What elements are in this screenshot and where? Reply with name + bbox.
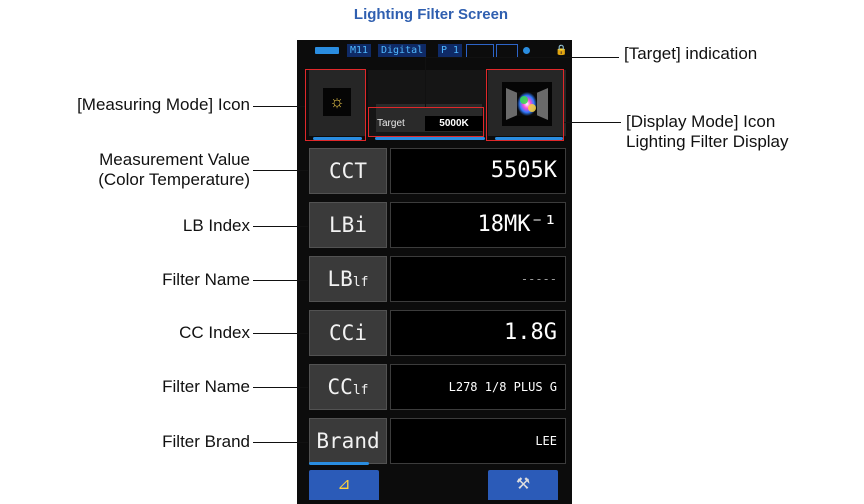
cc-index-callout: CC Index [179, 323, 250, 342]
battery-icon [315, 47, 339, 54]
lbi-label-text: LBi [329, 213, 367, 237]
status-slot [466, 44, 494, 58]
measuring-mode-highlight [305, 69, 366, 141]
tab-indicator [375, 137, 485, 140]
cct-value: 5505K [390, 148, 566, 194]
cci-label[interactable]: CCi [309, 310, 387, 356]
callout-line [425, 57, 619, 58]
cc-filter-value: L278 1/8 PLUS G [390, 364, 566, 410]
display-mode-callout: [Display Mode] Icon Lighting Filter Disp… [626, 112, 789, 152]
status-slot [496, 44, 518, 58]
page-indicator: P 1 [438, 44, 463, 57]
brand-value: LEE [390, 418, 566, 464]
page-title: Lighting Filter Screen [353, 6, 509, 23]
callout-line [253, 442, 308, 443]
mode-indicator: Digital [378, 44, 427, 57]
cct-label[interactable]: CCT [309, 148, 387, 194]
status-bar: M11 Digital P 1 🔒 [303, 43, 568, 58]
lb-filter-label-text: LB [327, 267, 353, 291]
filter-brand-callout: Filter Brand [162, 432, 250, 451]
memory-indicator: M11 [347, 44, 372, 57]
callout-line [253, 280, 308, 281]
wireless-icon [523, 47, 530, 54]
display-mode-callout-line2: Lighting Filter Display [626, 132, 789, 151]
lb-filter-label-sub: lf [352, 275, 369, 290]
lbi-label[interactable]: LBi [309, 202, 387, 248]
callout-line [253, 106, 305, 107]
brand-label[interactable]: Brand [309, 418, 387, 464]
cc-filter-label[interactable]: CClf [309, 364, 387, 410]
target-indication-callout: [Target] indication [624, 44, 758, 63]
callout-line [564, 122, 621, 123]
measuring-mode-callout: [Measuring Mode] Icon [77, 95, 250, 114]
callout-line [253, 170, 308, 171]
settings-button[interactable]: ⚒ [488, 470, 558, 500]
callout-line [425, 57, 426, 107]
lb-index-callout: LB Index [182, 216, 250, 235]
delta-icon: ⊿ [337, 476, 351, 493]
cci-label-text: CCi [329, 321, 367, 345]
lock-icon: 🔒 [555, 45, 568, 56]
display-mode-callout-line1: [Display Mode] Icon [626, 112, 776, 131]
delta-button[interactable]: ⊿ [309, 470, 379, 500]
measurement-value-callout: Measurement Value (Color Temperature) [0, 150, 250, 190]
display-mode-highlight [486, 69, 564, 141]
brand-label-text: Brand [316, 429, 380, 453]
cc-filter-label-sub: lf [352, 383, 369, 398]
filter-name-callout-2: Filter Name [162, 377, 250, 396]
cc-filter-label-text: CC [327, 375, 353, 399]
callout-line [253, 333, 308, 334]
cct-label-text: CCT [329, 159, 367, 183]
cci-value: 1.8G [390, 310, 566, 356]
wrench-icon: ⚒ [515, 476, 531, 493]
callout-line [253, 226, 308, 227]
measurement-value-callout-line1: Measurement Value [99, 150, 250, 169]
lbi-value: 18MK⁻¹ [390, 202, 566, 248]
measurement-value-callout-line2: (Color Temperature) [98, 170, 250, 189]
callout-line [253, 387, 308, 388]
target-highlight [368, 107, 484, 137]
lb-filter-value: ----- [390, 256, 566, 302]
filter-name-callout-1: Filter Name [162, 270, 250, 289]
lb-filter-label[interactable]: LBlf [309, 256, 387, 302]
tab-indicator [309, 462, 369, 465]
